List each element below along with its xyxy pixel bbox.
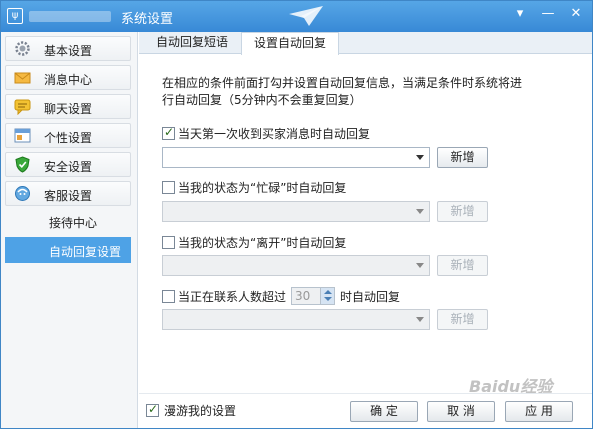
- rule-contact-count-label-prefix: 当正在联系人数超过: [178, 290, 287, 304]
- sidebar-item-security[interactable]: 安全设置: [5, 152, 131, 177]
- rule-contact-count-add-button[interactable]: 新增: [437, 309, 488, 330]
- personalize-icon: [14, 128, 31, 143]
- sidebar-item-label: 消息中心: [44, 73, 93, 87]
- sidebar-subitem-label: 自动回复设置: [49, 245, 122, 259]
- sidebar-item-label: 个性设置: [44, 131, 93, 145]
- roam-settings-checkbox[interactable]: [146, 402, 159, 417]
- rule-busy-select[interactable]: [162, 201, 430, 222]
- rule-first-message-label: 当天第一次收到买家消息时自动回复: [178, 127, 371, 141]
- menu-button[interactable]: ▾: [508, 4, 532, 24]
- rule-away-select[interactable]: [162, 255, 430, 276]
- instructions-text: 在相应的条件前面打勾并设置自动回复信息，当满足条件时系统将进行自动回复（5分钟内…: [162, 76, 523, 107]
- rule-away-checkbox[interactable]: [162, 236, 175, 249]
- sidebar-item-label: 安全设置: [44, 160, 93, 174]
- stepper-up-icon[interactable]: [320, 288, 334, 296]
- account-name-blurred: [29, 11, 111, 22]
- stepper-down-icon[interactable]: [320, 296, 334, 304]
- tab-set-auto-reply[interactable]: 设置自动回复: [241, 32, 339, 55]
- sidebar-item-label: 聊天设置: [44, 102, 93, 116]
- title-bar[interactable]: ψ 系统设置 ▾ — ✕: [1, 1, 592, 32]
- sidebar-item-label: 客服设置: [44, 189, 93, 203]
- chevron-down-icon: [416, 263, 424, 268]
- rule-busy-add-button[interactable]: 新增: [437, 201, 488, 222]
- rule-busy-label: 当我的状态为“忙碌”时自动回复: [178, 181, 347, 195]
- rule-first-message-checkbox[interactable]: [162, 125, 175, 140]
- cancel-button[interactable]: 取 消: [427, 401, 495, 422]
- sidebar-subitem-label: 接待中心: [49, 216, 98, 230]
- sidebar-item-chat[interactable]: 聊天设置: [5, 94, 131, 119]
- rule-away-add-button[interactable]: 新增: [437, 255, 488, 276]
- rule-away-label: 当我的状态为“离开”时自动回复: [178, 236, 347, 250]
- minimize-button[interactable]: —: [536, 4, 560, 24]
- sidebar-item-label: 基本设置: [44, 44, 93, 58]
- rule-busy-checkbox[interactable]: [162, 181, 175, 194]
- envelope-icon: [14, 72, 31, 84]
- apply-button[interactable]: 应 用: [505, 401, 573, 422]
- sidebar: 基本设置 消息中心 聊天设置 个性设置 安全设置 客服设置 接待中心 自动回复设…: [1, 32, 138, 428]
- paper-plane-icon: [289, 6, 323, 26]
- tab-auto-reply-phrases[interactable]: 自动回复短语: [145, 32, 239, 54]
- settings-window: ψ 系统设置 ▾ — ✕ 基本设置 消息中心 聊天设置 个性设置 安全设置 客服…: [0, 0, 593, 429]
- chevron-down-icon: [416, 317, 424, 322]
- chat-bubble-icon: [14, 99, 31, 115]
- chevron-down-icon: [416, 155, 424, 160]
- ok-button[interactable]: 确 定: [350, 401, 418, 422]
- sidebar-item-customer-service[interactable]: 客服设置: [5, 181, 131, 206]
- chevron-down-icon: [416, 209, 424, 214]
- sidebar-item-personalize[interactable]: 个性设置: [5, 123, 131, 148]
- gear-icon: [15, 41, 30, 56]
- rule-first-message-add-button[interactable]: 新增: [437, 147, 488, 168]
- rule-contact-count-select[interactable]: [162, 309, 430, 330]
- close-button[interactable]: ✕: [564, 4, 588, 24]
- rule-contact-count-label-suffix: 时自动回复: [340, 290, 401, 304]
- app-logo-icon: ψ: [7, 8, 23, 24]
- roam-settings-label: 漫游我的设置: [164, 404, 237, 418]
- contact-count-stepper[interactable]: 30: [291, 287, 335, 305]
- tab-bar: 自动回复短语 设置自动回复: [139, 32, 592, 55]
- contact-count-value: 30: [295, 289, 311, 303]
- sidebar-subitem-auto-reply[interactable]: 自动回复设置: [5, 237, 131, 263]
- window-title: 系统设置: [121, 12, 174, 27]
- rule-first-message-select[interactable]: [162, 147, 430, 168]
- rule-contact-count-checkbox[interactable]: [162, 290, 175, 303]
- shield-icon: [15, 156, 30, 173]
- sidebar-item-basic[interactable]: 基本设置: [5, 36, 131, 61]
- sidebar-subitem-reception[interactable]: 接待中心: [5, 208, 131, 234]
- customer-service-icon: [15, 186, 30, 201]
- sidebar-item-messages[interactable]: 消息中心: [5, 65, 131, 90]
